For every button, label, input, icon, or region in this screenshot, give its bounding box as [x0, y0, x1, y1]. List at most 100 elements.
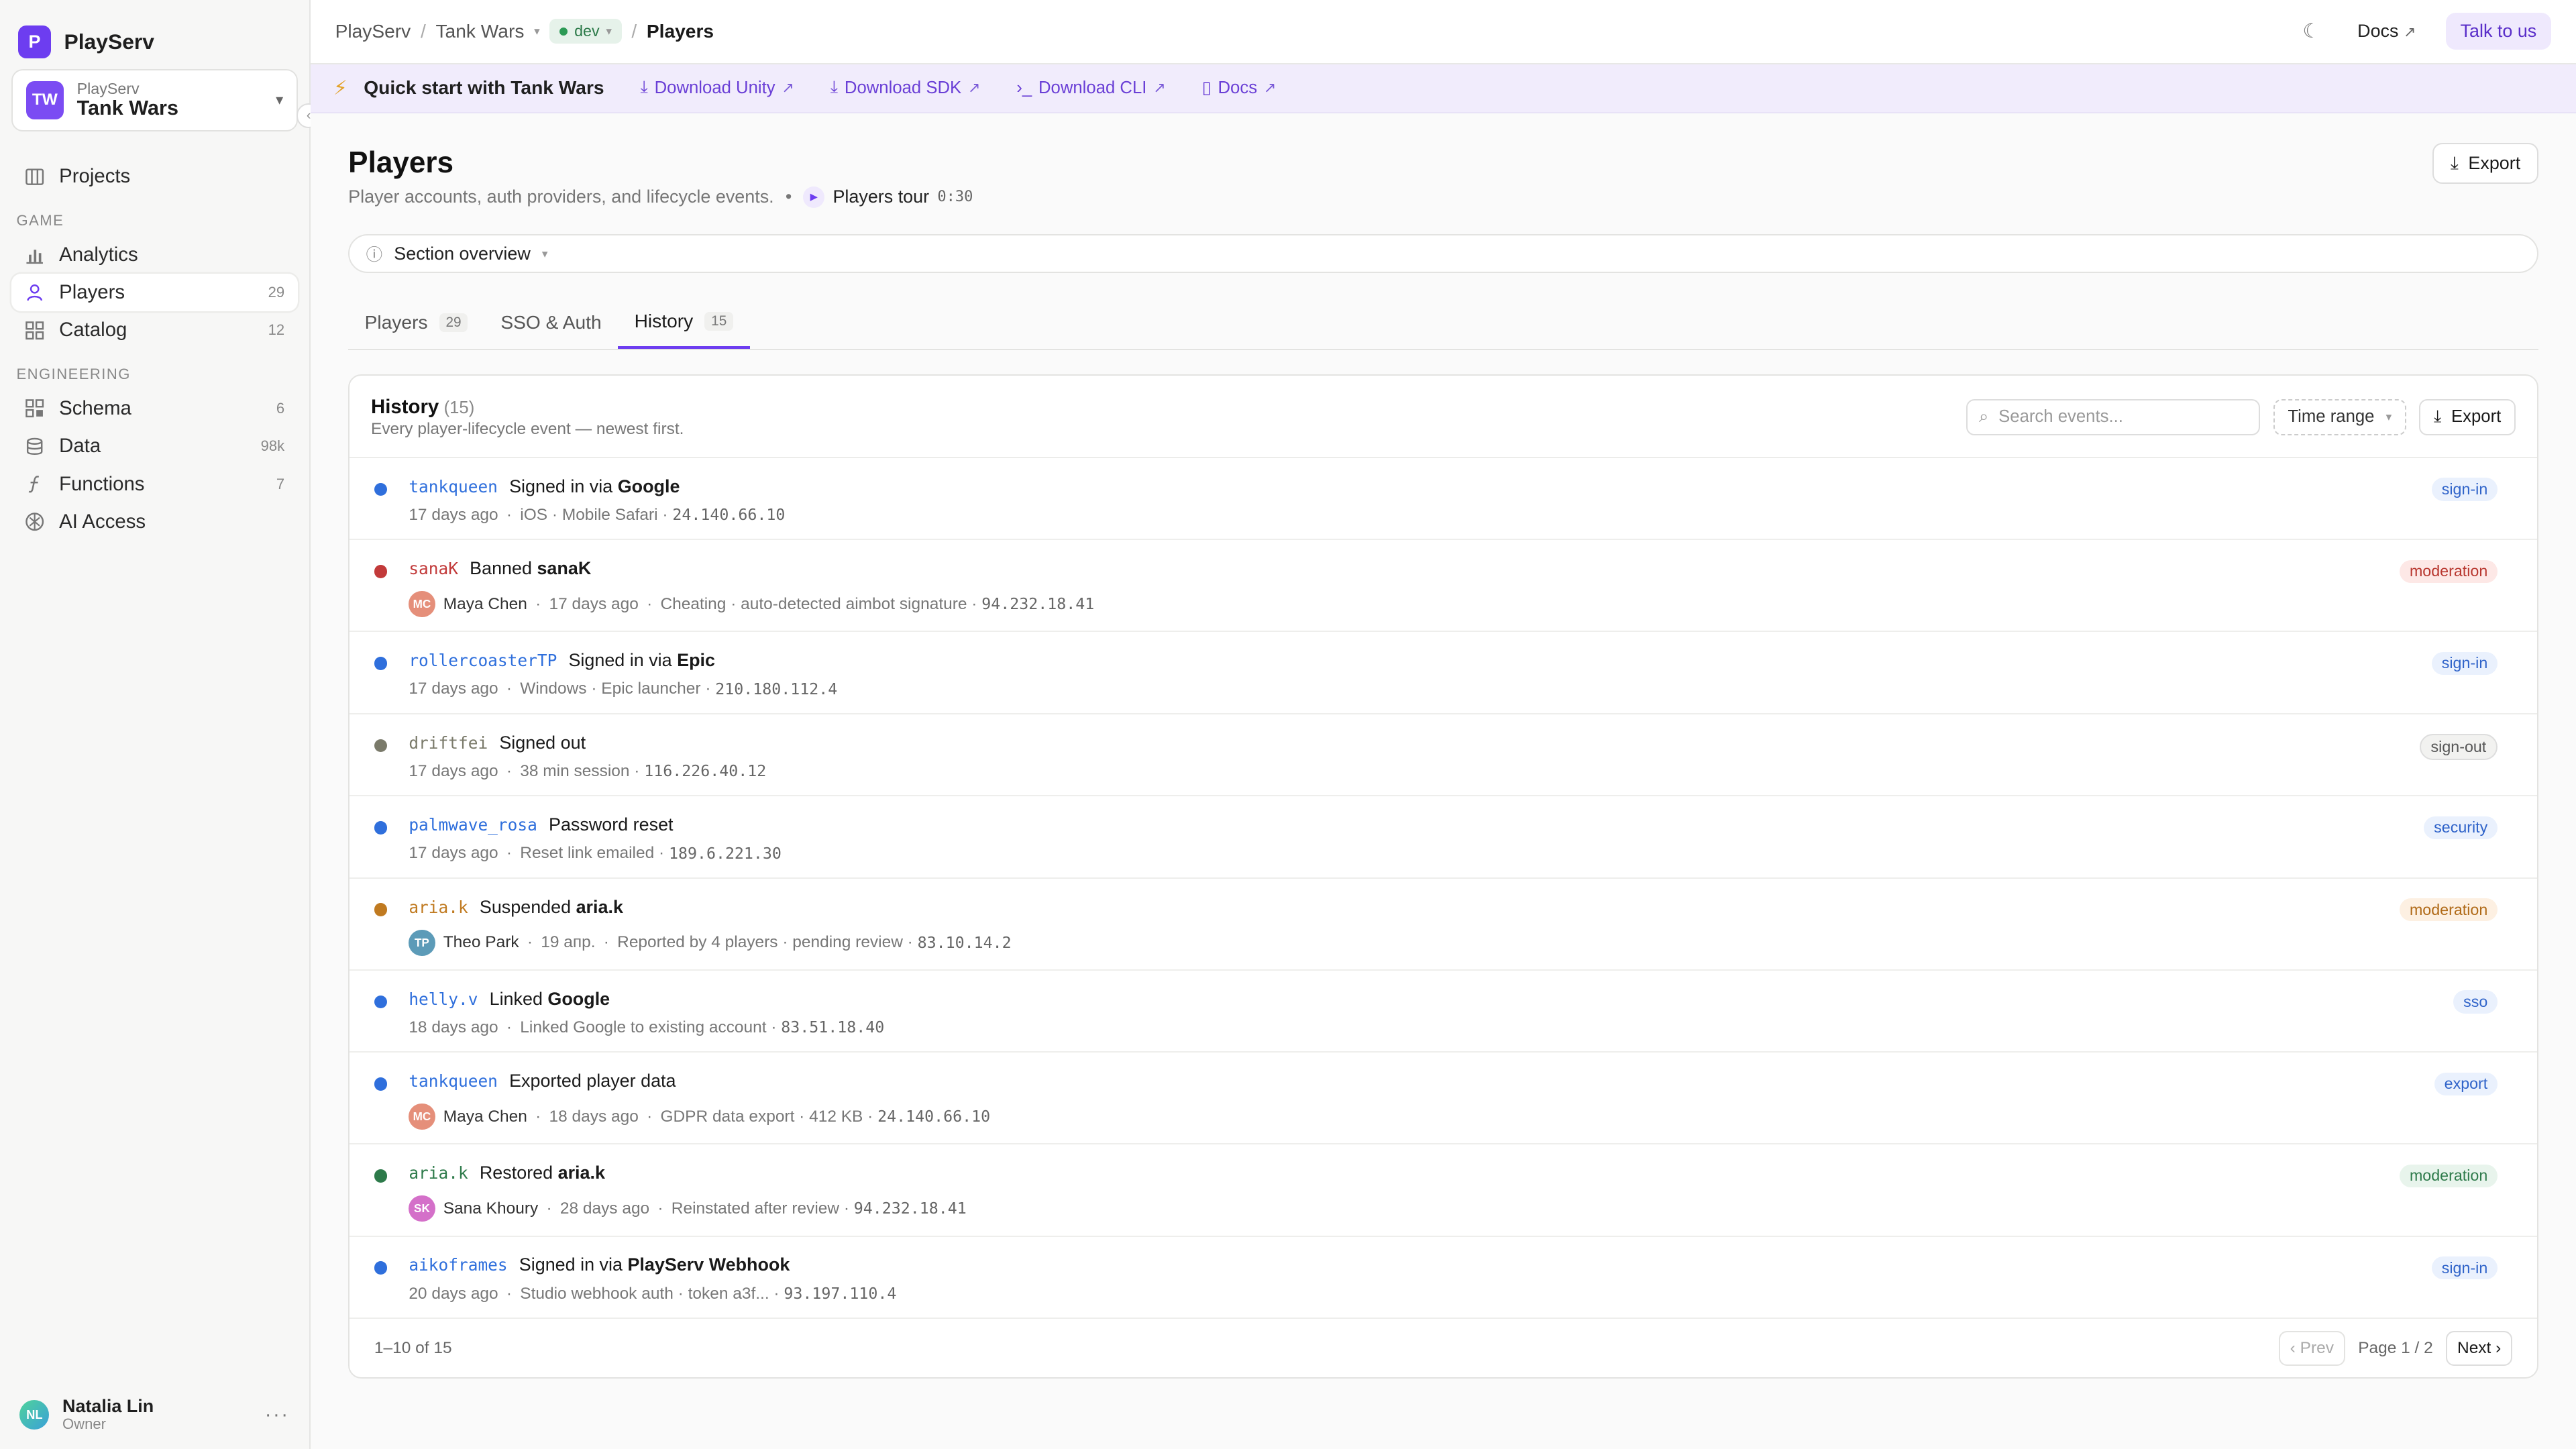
history-export-button[interactable]: ⤓ Export [2419, 398, 2516, 435]
time-range-filter[interactable]: Time range ▾ [2273, 398, 2406, 435]
docs-link[interactable]: Docs ↗ [2347, 14, 2426, 48]
history-row[interactable]: tankqueen Signed in via Google 17 days ago… [350, 458, 2537, 541]
sidebar-item-analytics[interactable]: Analytics [11, 236, 298, 274]
event-action: Signed in via [519, 1254, 623, 1275]
project-avatar: TW [25, 81, 64, 119]
page-indicator: Page 1 / 2 [2358, 1338, 2433, 1357]
breadcrumb-project[interactable]: Tank Wars [435, 21, 524, 42]
tab-sso-auth[interactable]: SSO & Auth [484, 297, 618, 349]
event-ip-address: 93.197.110.4 [784, 1285, 897, 1303]
section-overview-toggle[interactable]: ⓘ Section overview ▾ [348, 233, 2538, 274]
chevron-down-icon[interactable]: ▾ [534, 24, 540, 38]
sidebar-item-label: Catalog [59, 319, 127, 341]
event-status-dot [374, 995, 388, 1009]
book-icon: ▯ [1201, 78, 1212, 98]
event-actor[interactable]: aria.k [409, 1163, 468, 1183]
history-row[interactable]: driftfei Signed out 17 days ago · 38 min ses… [350, 714, 2537, 797]
sidebar-item-catalog[interactable]: Catalog 12 [11, 311, 298, 349]
history-row[interactable]: rollercoasterTP Signed in via Epic 17 days… [350, 632, 2537, 714]
search-placeholder: Search events... [1998, 407, 2123, 427]
event-actor[interactable]: palmwave_rosa [409, 815, 537, 835]
sidebar-item-label: Players [59, 281, 125, 304]
history-row[interactable]: aria.k Suspended aria.k TP Theo Park · 19 апр… [350, 879, 2537, 971]
terminal-icon: ›_ [1016, 78, 1032, 97]
event-category-badge: sso [2453, 990, 2498, 1014]
event-details: Reset link emailed · [520, 844, 669, 863]
event-details: Windows · Epic launcher · [520, 680, 716, 698]
ai-icon [25, 512, 44, 531]
event-actor[interactable]: tankqueen [409, 1071, 498, 1091]
sidebar-item-schema[interactable]: Schema 6 [11, 390, 298, 427]
sidebar-item-players[interactable]: Players 29 [11, 273, 298, 312]
sidebar-item-functions[interactable]: Functions 7 [11, 465, 298, 502]
history-row[interactable]: sanaK Banned sanaK MC Maya Chen · 17 days ago… [350, 540, 2537, 633]
quick-start-title: Quick start with Tank Wars [364, 77, 604, 99]
talk-to-us-button[interactable]: Talk to us [2445, 13, 2552, 50]
next-page-button[interactable]: Next › [2446, 1331, 2512, 1366]
user-role: Owner [62, 1415, 106, 1433]
event-performed-by: Maya Chen [443, 1107, 527, 1126]
event-actor[interactable]: helly.v [409, 989, 478, 1009]
separator-dot: · [506, 680, 513, 698]
event-category-badge: export [2434, 1072, 2498, 1095]
sidebar-item-label: Data [59, 435, 101, 458]
download-sdk-link[interactable]: ⤓ Download SDK ↗ [830, 78, 981, 98]
pagination: 1–10 of 15 ‹ Prev Page 1 / 2 Next › [350, 1320, 2537, 1377]
event-actor[interactable]: aria.k [409, 898, 468, 917]
event-ip-address: 116.226.40.12 [644, 762, 767, 781]
brand[interactable]: P PlayServ [0, 0, 309, 66]
breadcrumb-separator: / [420, 20, 426, 42]
separator-dot: · [603, 933, 609, 952]
event-time: 17 days ago [409, 844, 498, 863]
event-actor[interactable]: rollercoasterTP [409, 651, 557, 670]
history-row[interactable]: aikoframes Signed in via PlayServ Webhook… [350, 1237, 2537, 1319]
env-selector[interactable]: dev ▾ [549, 19, 622, 44]
event-description: Restored aria.k [480, 1163, 605, 1183]
sidebar-item-data[interactable]: Data 98k [11, 427, 298, 465]
moon-icon[interactable]: ☾ [2295, 19, 2328, 43]
export-button[interactable]: ⤓ Export [2432, 143, 2538, 184]
event-ip-address: 83.51.18.40 [781, 1018, 885, 1037]
user-menu[interactable]: NL Natalia Lin Owner ··· [19, 1396, 290, 1433]
event-actor[interactable]: driftfei [409, 733, 488, 753]
event-action: Linked [489, 988, 543, 1009]
columns-icon [25, 167, 44, 186]
sidebar-item-projects[interactable]: Projects [11, 158, 298, 195]
nav-section-title: ENGINEERING [16, 366, 131, 383]
event-actor[interactable]: tankqueen [409, 477, 498, 496]
search-input[interactable]: ⌕ Search events... [1966, 398, 2261, 435]
breadcrumb-org[interactable]: PlayServ [335, 21, 411, 42]
event-action: Suspended [479, 896, 572, 917]
tab-players[interactable]: Players 29 [348, 297, 484, 349]
event-actor[interactable]: sanaK [409, 559, 458, 578]
event-details: 38 min session · [520, 761, 645, 780]
tab-count: 29 [439, 313, 468, 333]
event-description: Signed in via Epic [568, 650, 715, 671]
project-name: Tank Wars [76, 97, 178, 120]
separator-dot: · [657, 1199, 663, 1218]
sidebar-item-count: 7 [276, 475, 285, 492]
quick-start-bar: ⚡ Quick start with Tank Wars ⤓ Download U… [310, 64, 2576, 113]
tab-history[interactable]: History 15 [618, 297, 750, 350]
sidebar-item-ai-access[interactable]: AI Access [11, 503, 298, 541]
schema-icon [25, 398, 44, 418]
event-status-dot [374, 1077, 388, 1091]
event-status-dot [374, 564, 388, 578]
event-actor[interactable]: aikoframes [409, 1255, 507, 1275]
prev-page-button[interactable]: ‹ Prev [2278, 1331, 2345, 1366]
event-time: 19 апр. [541, 933, 596, 952]
quick-docs-link[interactable]: ▯ Docs ↗ [1202, 78, 1277, 98]
players-tour-button[interactable]: ▶ Players tour 0:30 [803, 186, 973, 208]
history-row[interactable]: aria.k Restored aria.k SK Sana Khoury · 28 da… [350, 1144, 2537, 1237]
event-time: 17 days ago [409, 761, 498, 780]
history-row[interactable]: helly.v Linked Google 18 days ago · Linked G… [350, 971, 2537, 1053]
download-cli-link[interactable]: ›_ Download CLI ↗ [1016, 78, 1165, 98]
download-unity-link[interactable]: ⤓ Download Unity ↗ [640, 78, 794, 98]
event-category-badge: moderation [2400, 1164, 2498, 1188]
history-row[interactable]: palmwave_rosa Password reset 17 days ago · R… [350, 796, 2537, 879]
more-icon[interactable]: ··· [265, 1403, 290, 1426]
history-row[interactable]: tankqueen Exported player data MC Maya Chen… [350, 1053, 2537, 1145]
event-status-dot [374, 903, 388, 916]
chevron-down-icon: ▾ [276, 91, 284, 109]
project-switcher[interactable]: TW PlayServ Tank Wars ▾ ‹ [11, 68, 321, 131]
